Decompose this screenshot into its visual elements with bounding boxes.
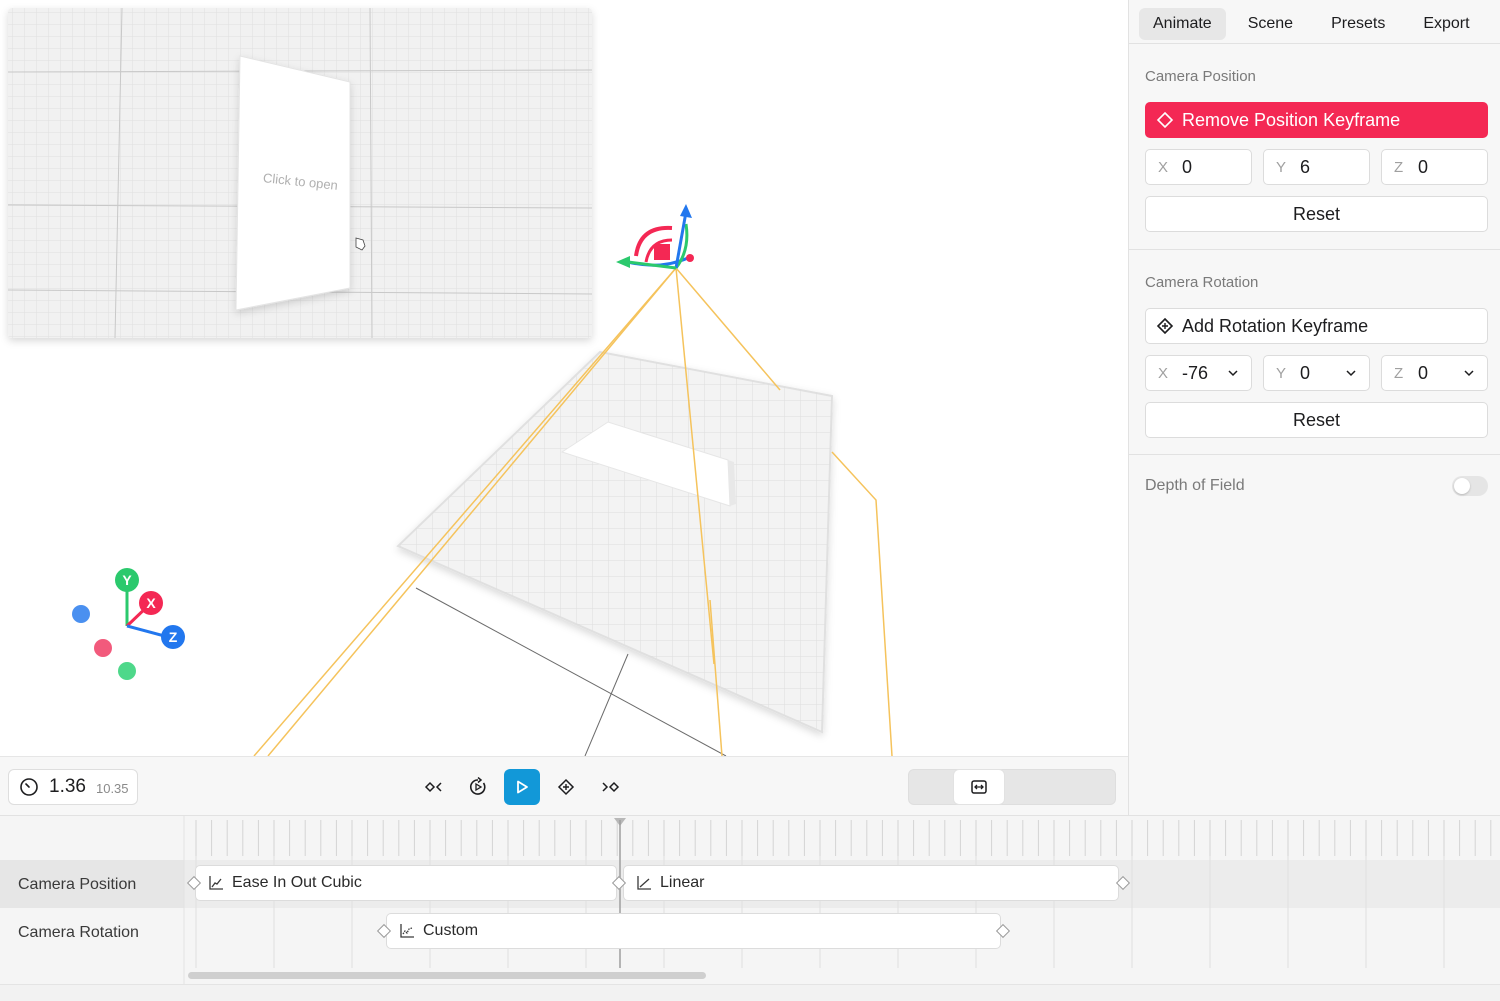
axis-y-label: Y bbox=[122, 572, 132, 588]
depth-of-field-toggle[interactable] bbox=[1452, 476, 1488, 496]
keyframe-add-icon bbox=[1156, 317, 1174, 335]
next-keyframe-button[interactable] bbox=[592, 769, 628, 805]
add-keyframe-button[interactable] bbox=[548, 769, 584, 805]
toggle-knob bbox=[1454, 478, 1470, 494]
rotation-z-value: 0 bbox=[1418, 362, 1429, 383]
tab-scene[interactable]: Scene bbox=[1234, 8, 1307, 40]
rotation-z-axis-label: Z bbox=[1394, 364, 1404, 382]
rotation-x-select[interactable]: X -76 bbox=[1145, 355, 1252, 391]
axis-x-label: X bbox=[146, 595, 156, 611]
chevron-down-icon bbox=[1464, 370, 1474, 377]
play-button[interactable] bbox=[504, 769, 540, 805]
clip-label: Custom bbox=[423, 922, 479, 939]
camera-preview-window[interactable]: Click to open bbox=[7, 7, 593, 339]
play-icon bbox=[517, 780, 528, 794]
axis-orientation-widget[interactable]: Y X Z bbox=[72, 568, 185, 680]
panel-tabs: Animate Scene Presets Export bbox=[1129, 0, 1500, 44]
fit-timeline-button[interactable] bbox=[954, 770, 1004, 804]
position-y-axis-label: Y bbox=[1276, 158, 1287, 176]
ground-line bbox=[584, 653, 629, 756]
scene-canvas[interactable]: Y X Z Click to open bbox=[0, 0, 1128, 756]
replay-button[interactable] bbox=[460, 769, 496, 805]
track-label-camera-rotation: Camera Rotation bbox=[18, 924, 139, 941]
position-y-field[interactable]: Y 6 bbox=[1263, 149, 1370, 185]
position-x-value: 0 bbox=[1182, 156, 1193, 177]
3d-viewport[interactable]: Y X Z Click to open bbox=[0, 0, 1128, 756]
tab-presets[interactable]: Presets bbox=[1317, 8, 1399, 40]
clock-icon bbox=[20, 778, 38, 796]
rotation-y-axis-label: Y bbox=[1276, 364, 1287, 382]
add-rotation-keyframe-button[interactable]: Add Rotation Keyframe bbox=[1145, 308, 1488, 344]
timeline-panel: Camera Position Camera Rotation Ease In … bbox=[0, 815, 1500, 1001]
rotation-x-axis-label: X bbox=[1158, 364, 1169, 382]
remove-position-keyframe-label: Remove Position Keyframe bbox=[1182, 109, 1401, 130]
depth-of-field-label: Depth of Field bbox=[1145, 477, 1245, 494]
replay-icon bbox=[470, 777, 486, 795]
clip-linear[interactable]: Linear bbox=[623, 865, 1119, 901]
keyframe-diamond-icon bbox=[1156, 111, 1174, 129]
time-display[interactable]: 1.36 10.35 bbox=[8, 769, 138, 805]
tab-animate[interactable]: Animate bbox=[1139, 8, 1226, 40]
position-z-value: 0 bbox=[1418, 156, 1429, 177]
depth-of-field-row: Depth of Field bbox=[1129, 455, 1500, 517]
axis-neg-z-handle[interactable] bbox=[72, 605, 90, 623]
clip-label: Linear bbox=[660, 874, 705, 891]
camera-rotation-title: Camera Rotation bbox=[1145, 274, 1259, 291]
transport-bar: 1.36 10.35 bbox=[0, 756, 1128, 816]
status-strip bbox=[0, 984, 1500, 1001]
camera-rotation-section: Camera Rotation Add Rotation Keyframe X … bbox=[1129, 250, 1500, 455]
axis-neg-y-handle[interactable] bbox=[118, 662, 136, 680]
camera-position-title: Camera Position bbox=[1145, 68, 1256, 85]
timeline-horizontal-scrollbar[interactable] bbox=[188, 972, 706, 979]
chevron-down-icon bbox=[1346, 370, 1356, 377]
rotation-y-value: 0 bbox=[1300, 362, 1311, 383]
previous-keyframe-icon bbox=[424, 781, 442, 793]
rotation-z-select[interactable]: Z 0 bbox=[1381, 355, 1488, 391]
position-x-field[interactable]: X 0 bbox=[1145, 149, 1252, 185]
track-label-camera-position: Camera Position bbox=[18, 876, 137, 893]
reset-position-button[interactable]: Reset bbox=[1145, 196, 1488, 232]
tab-export[interactable]: Export bbox=[1409, 8, 1483, 40]
rotation-y-select[interactable]: Y 0 bbox=[1263, 355, 1370, 391]
total-duration: 10.35 bbox=[95, 781, 129, 796]
clip-ease-in-out-cubic[interactable]: Ease In Out Cubic bbox=[195, 865, 617, 901]
clip-custom[interactable]: Custom bbox=[386, 913, 1001, 949]
time-ruler[interactable] bbox=[195, 820, 1492, 856]
keyframe-add-icon bbox=[557, 778, 575, 796]
previous-keyframe-button[interactable] bbox=[416, 769, 452, 805]
remove-position-keyframe-button[interactable]: Remove Position Keyframe bbox=[1145, 102, 1488, 138]
camera-position-section: Camera Position Remove Position Keyframe… bbox=[1129, 44, 1500, 250]
position-y-value: 6 bbox=[1300, 156, 1311, 177]
axis-z-label: Z bbox=[169, 629, 178, 645]
chevron-down-icon bbox=[1228, 370, 1238, 377]
rotation-x-value: -76 bbox=[1182, 362, 1209, 383]
axis-neg-x-handle[interactable] bbox=[94, 639, 112, 657]
easing-curve-icon bbox=[208, 875, 224, 891]
floor-grid-plane bbox=[396, 350, 834, 734]
timeline-view-toggle bbox=[908, 769, 1116, 805]
position-x-axis-label: X bbox=[1158, 158, 1169, 176]
add-rotation-keyframe-label: Add Rotation Keyframe bbox=[1182, 315, 1369, 336]
next-keyframe-icon bbox=[602, 781, 620, 793]
easing-curve-icon bbox=[636, 875, 652, 891]
fit-width-icon bbox=[971, 780, 987, 794]
reset-rotation-button[interactable]: Reset bbox=[1145, 402, 1488, 438]
clip-label: Ease In Out Cubic bbox=[232, 874, 362, 891]
camera-transform-gizmo[interactable] bbox=[616, 204, 694, 270]
position-z-field[interactable]: Z 0 bbox=[1381, 149, 1488, 185]
position-z-axis-label: Z bbox=[1394, 158, 1404, 176]
easing-curve-icon bbox=[399, 923, 415, 939]
current-time: 1.36 bbox=[49, 776, 86, 797]
properties-panel: Animate Scene Presets Export Camera Posi… bbox=[1128, 0, 1500, 815]
